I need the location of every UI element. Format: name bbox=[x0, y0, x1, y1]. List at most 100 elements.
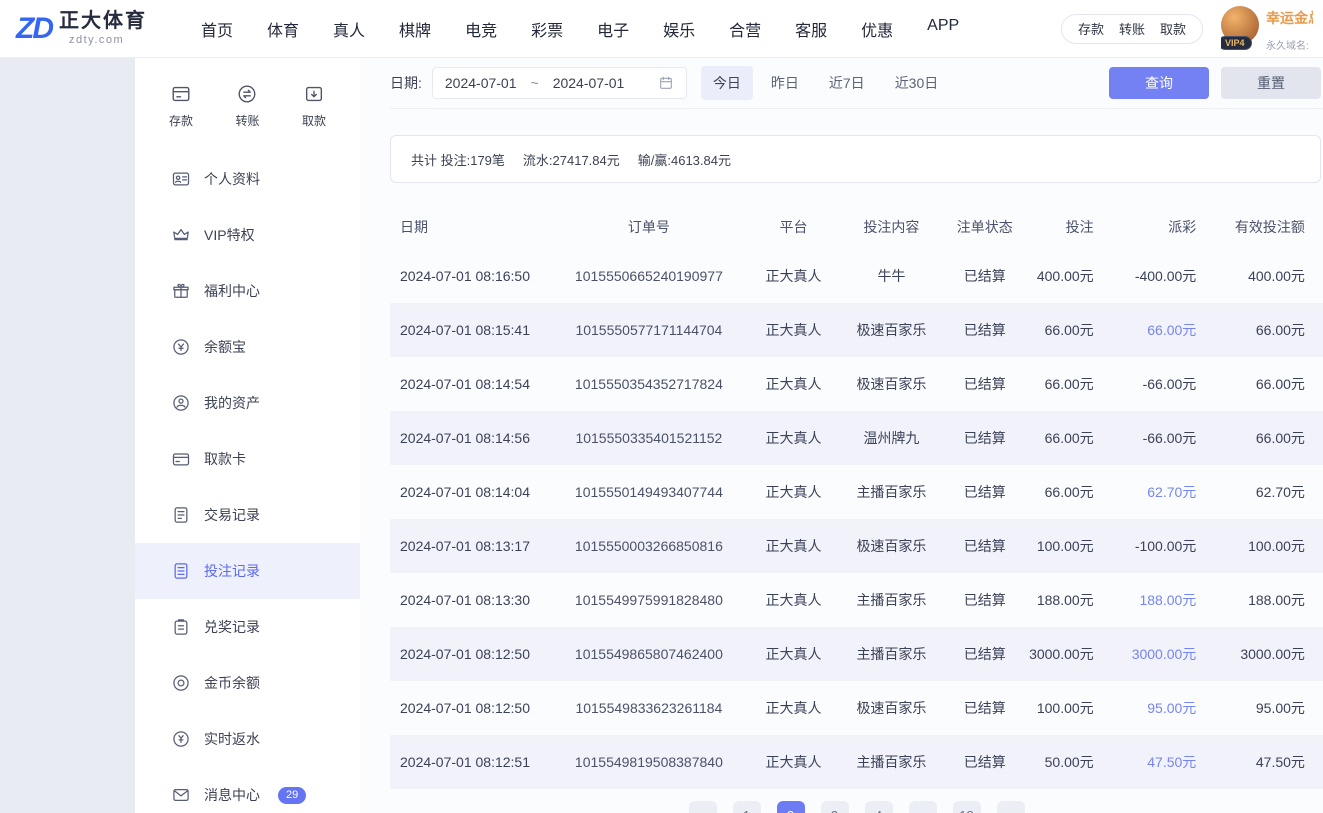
cell-date: 2024-07-01 08:12:51 bbox=[400, 754, 530, 770]
date-range-input[interactable]: 2024-07-01 ~ 2024-07-01 bbox=[431, 66, 687, 99]
cell-payout: -100.00元 bbox=[1134, 538, 1197, 554]
page-button[interactable]: 18 bbox=[952, 801, 981, 813]
cell-valid-amount: 188.00元 bbox=[1248, 592, 1305, 608]
cell-order-id: 1015550003266850816 bbox=[574, 538, 723, 554]
sidebar-item-rebate[interactable]: 实时返水 bbox=[135, 711, 360, 767]
sidebar-item-messages[interactable]: 消息中心 29 bbox=[135, 767, 360, 813]
sidebar-item-yuebao[interactable]: 余额宝 bbox=[135, 319, 360, 375]
brand-logo[interactable]: ZD 正大体育 zdty.com bbox=[16, 11, 147, 46]
column-header: 投注内容 bbox=[863, 219, 920, 235]
sidebar-shortcut-transfer[interactable]: 转账 bbox=[235, 83, 260, 129]
nav-item[interactable]: 首页 bbox=[201, 17, 233, 41]
nav-item[interactable]: APP bbox=[927, 17, 959, 41]
cell-platform: 正大真人 bbox=[765, 754, 822, 770]
sidebar-item-bet-records[interactable]: 投注记录 bbox=[135, 543, 360, 599]
cell-order-id: 1015549975991828480 bbox=[574, 592, 723, 608]
cell-platform: 正大真人 bbox=[765, 430, 822, 446]
filter-actions: 查询 重置 bbox=[1109, 66, 1321, 99]
cell-date: 2024-07-01 08:14:56 bbox=[400, 430, 530, 446]
cell-status: 已结算 bbox=[963, 376, 1006, 392]
nav-item[interactable]: 真人 bbox=[333, 17, 365, 41]
range-last30-button[interactable]: 近30日 bbox=[883, 66, 951, 100]
table-row: 2024-07-01 08:15:41 1015550577171144704 正大… bbox=[390, 303, 1323, 357]
nav-item[interactable]: 优惠 bbox=[861, 17, 893, 41]
sidebar-item-label: 交易记录 bbox=[204, 507, 260, 523]
cell-payout: 47.50元 bbox=[1147, 754, 1197, 770]
nav-item[interactable]: 体育 bbox=[267, 17, 299, 41]
permanent-domain-label: 永久域名: bbox=[1266, 40, 1309, 52]
sidebar-item-vip[interactable]: VIP特权 bbox=[135, 207, 360, 263]
nav-item[interactable]: 棋牌 bbox=[399, 17, 431, 41]
nav-item[interactable]: 客服 bbox=[795, 17, 827, 41]
cell-valid-amount: 66.00元 bbox=[1255, 322, 1305, 338]
quick-action-button[interactable]: 取款 bbox=[1160, 19, 1186, 38]
sidebar-item-withdraw-card[interactable]: 取款卡 bbox=[135, 431, 360, 487]
cell-status: 已结算 bbox=[963, 484, 1006, 500]
nav-item[interactable]: 合营 bbox=[729, 17, 761, 41]
page-button[interactable]: › bbox=[996, 801, 1025, 813]
page-button[interactable]: … bbox=[908, 801, 937, 813]
yuebao-icon bbox=[171, 337, 191, 357]
main-content: 日期: 2024-07-01 ~ 2024-07-01 今日 昨日 近7日 近30日 … bbox=[360, 57, 1323, 813]
cell-valid-amount: 47.50元 bbox=[1255, 754, 1305, 770]
page-button[interactable]: 4 bbox=[864, 801, 893, 813]
sidebar-shortcut-deposit[interactable]: 存款 bbox=[169, 83, 193, 129]
cell-status: 已结算 bbox=[963, 322, 1006, 338]
column-header: 平台 bbox=[779, 219, 808, 235]
sidebar-item-label: 个人资料 bbox=[204, 171, 260, 187]
cell-date: 2024-07-01 08:15:41 bbox=[400, 322, 530, 338]
range-yesterday-button[interactable]: 昨日 bbox=[759, 66, 811, 100]
nav-item[interactable]: 娱乐 bbox=[663, 17, 695, 41]
cell-valid-amount: 3000.00元 bbox=[1240, 646, 1305, 662]
cell-bet-amount: 188.00元 bbox=[1036, 592, 1094, 608]
sidebar-item-coins[interactable]: 金币余额 bbox=[135, 655, 360, 711]
page-button[interactable]: 3 bbox=[820, 801, 849, 813]
shortcut-label: 存款 bbox=[169, 114, 194, 128]
transfer-icon bbox=[236, 83, 258, 105]
sidebar-item-label: 投注记录 bbox=[204, 563, 260, 579]
user-block: VIP4 幸运金总 永久域名: bbox=[1221, 5, 1313, 52]
sidebar-item-label: 兑奖记录 bbox=[204, 619, 260, 635]
page-button[interactable]: 1 bbox=[732, 801, 761, 813]
page-button[interactable]: 2 bbox=[776, 801, 805, 813]
shortcut-label: 转账 bbox=[235, 114, 260, 128]
cell-bet-content: 主播百家乐 bbox=[856, 646, 927, 662]
table-row: 2024-07-01 08:14:54 1015550354352717824 正大… bbox=[390, 357, 1323, 411]
welfare-icon bbox=[171, 281, 191, 301]
date-from: 2024-07-01 bbox=[444, 74, 517, 91]
search-button[interactable]: 查询 bbox=[1109, 66, 1209, 99]
sidebar-item-label: 实时返水 bbox=[204, 731, 260, 747]
quick-action-button[interactable]: 存款 bbox=[1078, 19, 1104, 38]
top-navbar: ZD 正大体育 zdty.com 首页 体育 真人 棋牌 电竞 彩票 电子 娱乐 合营 客服 优惠 A… bbox=[0, 0, 1323, 57]
cell-status: 已结算 bbox=[963, 700, 1006, 716]
cell-payout: -66.00元 bbox=[1142, 376, 1197, 392]
date-separator: ~ bbox=[530, 74, 539, 91]
quick-action-button[interactable]: 转账 bbox=[1119, 19, 1145, 38]
records-table: 日期 订单号 平台 投注内容 注单状态 投注 派彩 有效投注额 2024-07-01 08:1… bbox=[390, 205, 1323, 789]
reset-button[interactable]: 重置 bbox=[1221, 66, 1321, 99]
sidebar-item-transactions[interactable]: 交易记录 bbox=[135, 487, 360, 543]
table-body: 2024-07-01 08:16:50 1015550665240190977 正大… bbox=[390, 249, 1323, 789]
cell-platform: 正大真人 bbox=[765, 538, 822, 554]
range-last7-button[interactable]: 近7日 bbox=[817, 66, 877, 100]
unread-badge: 29 bbox=[278, 786, 307, 804]
cell-payout: 95.00元 bbox=[1147, 700, 1197, 716]
nav-item[interactable]: 电竞 bbox=[465, 17, 497, 41]
range-today-button[interactable]: 今日 bbox=[700, 65, 753, 100]
nav-item[interactable]: 电子 bbox=[597, 17, 629, 41]
cell-order-id: 1015549833623261184 bbox=[575, 700, 723, 716]
wallet-quick-actions: 存款 转账 取款 bbox=[1060, 13, 1203, 44]
nav-item[interactable]: 彩票 bbox=[531, 17, 563, 41]
page-button[interactable]: ‹ bbox=[688, 801, 717, 813]
sidebar-item-assets[interactable]: 我的资产 bbox=[135, 375, 360, 431]
sidebar-item-welfare[interactable]: 福利中心 bbox=[135, 263, 360, 319]
sidebar-item-redeem[interactable]: 兑奖记录 bbox=[135, 599, 360, 655]
cell-bet-content: 主播百家乐 bbox=[856, 484, 927, 500]
sidebar: 存款 转账 取款 个人资料 VIP特权 福利中心余额宝我的资产取款卡交易记录投注记录兑奖… bbox=[135, 57, 360, 813]
sidebar-item-label: 余额宝 bbox=[204, 339, 246, 355]
cell-payout: 188.00元 bbox=[1139, 592, 1197, 608]
sidebar-shortcut-withdraw[interactable]: 取款 bbox=[302, 83, 326, 129]
sidebar-item-label: 取款卡 bbox=[204, 451, 246, 467]
sidebar-item-profile[interactable]: 个人资料 bbox=[135, 151, 360, 207]
brand-logo-mark: ZD bbox=[16, 11, 54, 45]
